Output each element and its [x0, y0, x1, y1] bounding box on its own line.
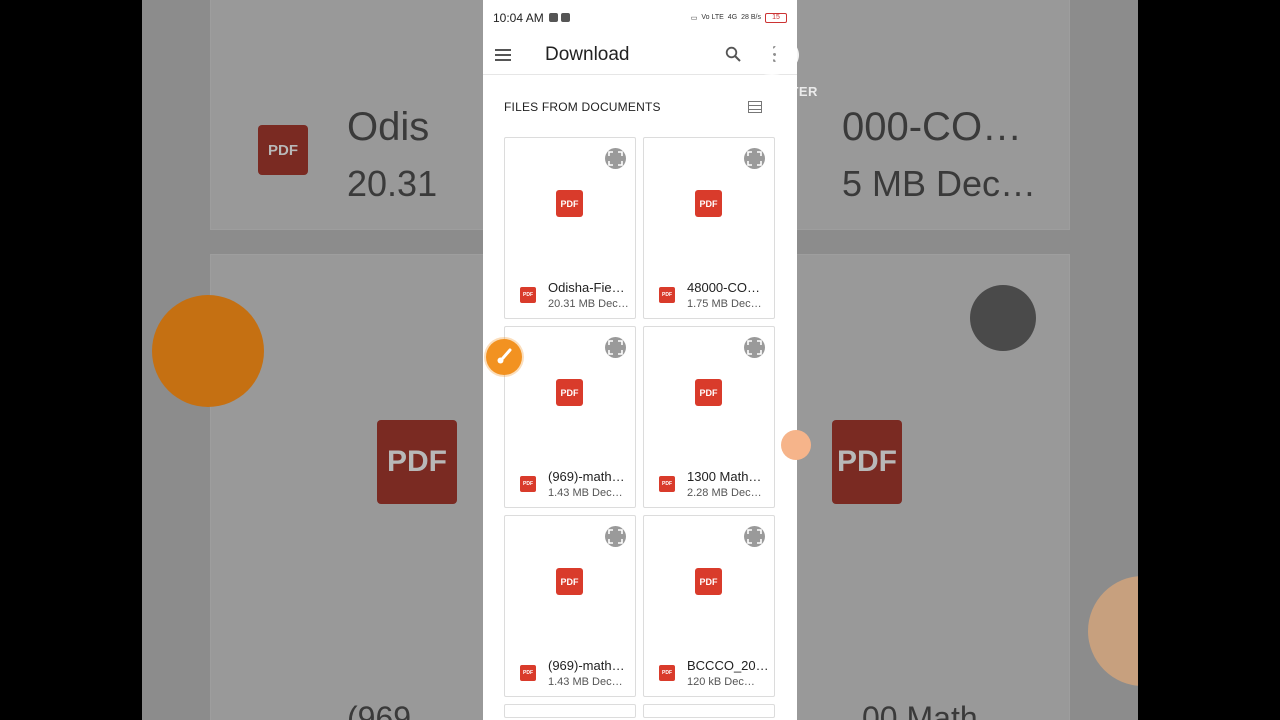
- bg-pdf-icon: PDF: [832, 420, 902, 504]
- side-fab[interactable]: [781, 430, 811, 460]
- file-card[interactable]: PDF PDF Odisha-Fie… 20.31 MB Dec…: [504, 137, 636, 319]
- pdf-file-icon: PDF: [659, 476, 675, 492]
- pdf-thumbnail-icon: PDF: [695, 379, 722, 406]
- file-name: (969)-math…: [548, 469, 625, 484]
- kinemaster-watermark: KINEMASTER: [727, 84, 818, 99]
- edit-fab[interactable]: [486, 339, 522, 375]
- hamburger-menu-icon[interactable]: [495, 48, 511, 61]
- video-icon: [560, 13, 570, 22]
- file-meta: 1.43 MB Dec…: [548, 487, 623, 499]
- file-card[interactable]: [643, 704, 775, 718]
- bg-text: 00 Math: [862, 700, 978, 720]
- bg-side-fab: [1088, 576, 1138, 686]
- pdf-file-icon: PDF: [659, 287, 675, 303]
- file-name: BCCCO_20…: [687, 658, 769, 673]
- network-label: Vo LTE: [701, 14, 724, 21]
- kinemaster-logo: K: [745, 35, 799, 75]
- pdf-thumbnail-icon: PDF: [695, 568, 722, 595]
- battery-icon: 15: [765, 12, 787, 23]
- file-name: Odisha-Fie…: [548, 280, 625, 295]
- file-meta: 1.43 MB Dec…: [548, 676, 623, 688]
- search-icon[interactable]: [725, 46, 741, 62]
- speed-label: 28 B/s: [741, 14, 761, 21]
- pdf-file-icon: PDF: [520, 476, 536, 492]
- expand-icon[interactable]: [605, 148, 626, 169]
- bg-pdf-icon: PDF: [377, 420, 457, 504]
- notification-icon: [548, 13, 558, 22]
- file-meta: 20.31 MB Dec…: [548, 298, 629, 310]
- pdf-thumbnail-icon: PDF: [556, 379, 583, 406]
- file-card[interactable]: PDF PDF 1300 Math… 2.28 MB Dec…: [643, 326, 775, 508]
- list-view-toggle-icon[interactable]: [748, 101, 762, 113]
- status-time: 10:04 AM: [493, 10, 544, 25]
- pdf-thumbnail-icon: PDF: [556, 568, 583, 595]
- pdf-thumbnail-icon: PDF: [556, 190, 583, 217]
- status-right-icons: ▭ Vo LTE 4G 28 B/s 15: [690, 12, 787, 23]
- pdf-file-icon: PDF: [659, 665, 675, 681]
- file-card[interactable]: PDF PDF (969)-math… 1.43 MB Dec…: [504, 326, 636, 508]
- file-meta: 1.75 MB Dec…: [687, 298, 762, 310]
- page-title: Download: [545, 43, 630, 65]
- signal-label: 4G: [727, 14, 738, 21]
- file-name: 48000-CO…: [687, 280, 760, 295]
- expand-icon[interactable]: [744, 337, 765, 358]
- pdf-file-icon: PDF: [520, 287, 536, 303]
- file-card[interactable]: PDF PDF BCCCO_20… 120 kB Dec…: [643, 515, 775, 697]
- status-bar: 10:04 AM ▭ Vo LTE 4G 28 B/s 15: [483, 0, 797, 35]
- file-card[interactable]: PDF PDF 48000-CO… 1.75 MB Dec…: [643, 137, 775, 319]
- video-frame: PDF Odis 20.31 000-CO… 5 MB Dec… PDF PDF…: [0, 0, 1280, 720]
- pdf-thumbnail-icon: PDF: [695, 190, 722, 217]
- status-left-icons: [548, 13, 570, 22]
- section-title: FILES FROM DOCUMENTS: [504, 99, 661, 114]
- bg-text: 5 MB Dec…: [842, 163, 1037, 204]
- bg-text: Odis: [347, 105, 430, 149]
- brush-icon: [497, 348, 512, 364]
- expand-icon[interactable]: [605, 526, 626, 547]
- bg-text: 20.31: [347, 163, 438, 204]
- file-card[interactable]: [504, 704, 636, 718]
- bg-edit-fab: [152, 295, 264, 407]
- expand-icon[interactable]: [605, 337, 626, 358]
- bg-expand-icon: [970, 285, 1036, 351]
- bg-text: 000-CO…: [842, 105, 1023, 149]
- file-meta: 2.28 MB Dec…: [687, 487, 762, 499]
- pdf-file-icon: PDF: [520, 665, 536, 681]
- expand-icon[interactable]: [744, 526, 765, 547]
- cast-icon: ▭: [690, 14, 698, 22]
- file-card[interactable]: PDF PDF (969)-math… 1.43 MB Dec…: [504, 515, 636, 697]
- file-meta: 120 kB Dec…: [687, 676, 755, 688]
- expand-icon[interactable]: [744, 148, 765, 169]
- bg-pdf-icon: PDF: [258, 125, 308, 175]
- file-name: 1300 Math…: [687, 469, 762, 484]
- file-name: (969)-math…: [548, 658, 625, 673]
- bg-text: (969: [347, 700, 412, 720]
